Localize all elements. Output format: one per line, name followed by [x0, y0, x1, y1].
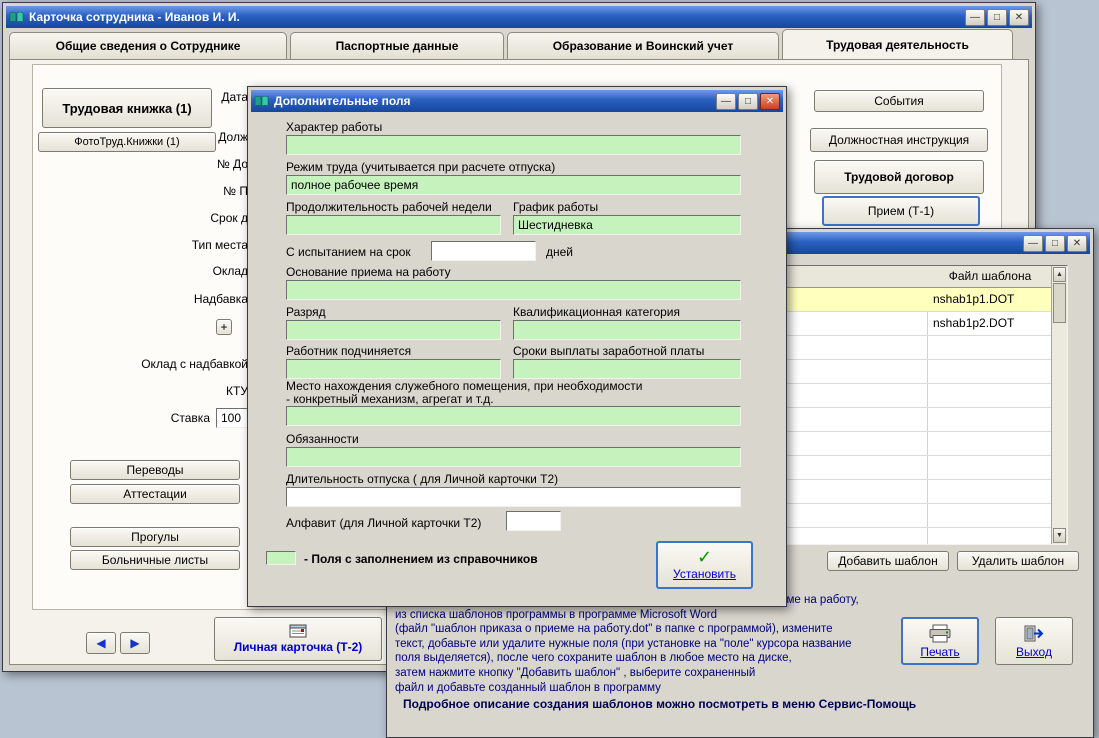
- term-label: Срок д: [70, 211, 248, 225]
- close-button[interactable]: ✕: [760, 93, 780, 110]
- week-length-label: Продолжительность рабочей недели: [286, 200, 492, 214]
- exit-button[interactable]: Выход: [995, 617, 1073, 665]
- checkmark-icon: ✓: [697, 549, 712, 565]
- ktu-label: КТУ: [70, 384, 248, 398]
- plus-button[interactable]: +: [216, 319, 232, 335]
- workplace-label: Место нахождения служебного помещения, п…: [286, 380, 643, 406]
- work-mode-label: Режим труда (учитывается при расчете отп…: [286, 160, 555, 174]
- tab-work-activity[interactable]: Трудовая деятельность: [782, 29, 1013, 59]
- labor-contract-button[interactable]: Трудовой договор: [814, 160, 984, 194]
- rate-label: Ставка: [50, 411, 210, 425]
- place-type-label: Тип места: [70, 238, 248, 252]
- dialog-titlebar[interactable]: Дополнительные поля — □ ✕: [251, 90, 783, 112]
- work-nature-field[interactable]: [286, 135, 741, 155]
- schedule-label: График работы: [513, 200, 598, 214]
- dialog-body: Характер работы Режим труда (учитывается…: [251, 113, 783, 603]
- personal-card-t2-button[interactable]: Личная карточка (Т-2): [214, 617, 382, 661]
- dialog-title: Дополнительные поля: [274, 94, 711, 108]
- help-note: Подробное описание создания шаблонов мож…: [403, 697, 1063, 711]
- tab-education-military[interactable]: Образование и Воинский учет: [507, 32, 779, 59]
- week-length-field[interactable]: [286, 215, 501, 235]
- delete-template-button[interactable]: Удалить шаблон: [957, 551, 1079, 571]
- close-button[interactable]: ✕: [1067, 235, 1087, 252]
- sick-leaves-button[interactable]: Больничные листы: [70, 550, 240, 570]
- printer-icon: [928, 624, 952, 643]
- employee-card-titlebar[interactable]: Карточка сотрудника - Иванов И. И. — □ ✕: [6, 6, 1032, 28]
- print-button-label: Печать: [920, 645, 959, 659]
- template-file-name: nshab1p2.DOT: [933, 316, 1014, 330]
- reports-to-label: Работник подчиняется: [286, 344, 411, 358]
- alphabet-label: Алфавит (для Личной карточки Т2): [286, 516, 481, 530]
- absences-button[interactable]: Прогулы: [70, 527, 240, 547]
- window-title: Карточка сотрудника - Иванов И. И.: [29, 10, 960, 24]
- contract-no-label: № До: [70, 157, 248, 171]
- qual-category-field[interactable]: [513, 320, 741, 340]
- probation-field[interactable]: [431, 241, 536, 261]
- minimize-button[interactable]: —: [716, 93, 736, 110]
- close-button[interactable]: ✕: [1009, 9, 1029, 26]
- next-record-button[interactable]: ▶: [120, 632, 150, 654]
- personal-card-t2-label: Личная карточка (Т-2): [234, 640, 363, 654]
- template-file-name: nshab1p1.DOT: [933, 292, 1014, 306]
- date-label: Дата: [70, 90, 248, 104]
- install-button-label: Установить: [673, 567, 736, 581]
- scroll-down-icon[interactable]: ▼: [1053, 528, 1066, 543]
- maximize-button[interactable]: □: [1045, 235, 1065, 252]
- grade-field[interactable]: [286, 320, 501, 340]
- salary-terms-field[interactable]: [513, 359, 741, 379]
- bonus-label: Надбавка: [70, 292, 248, 306]
- template-instructions: Для создания нового шаблона откройте шаб…: [395, 593, 901, 695]
- events-button[interactable]: События: [814, 90, 984, 112]
- workplace-field[interactable]: [286, 406, 741, 426]
- minimize-button[interactable]: —: [1023, 235, 1043, 252]
- add-template-button[interactable]: Добавить шаблон: [827, 551, 949, 571]
- exit-button-label: Выход: [1016, 645, 1052, 659]
- tab-general-info[interactable]: Общие сведения о Сотруднике: [9, 32, 287, 59]
- probation-label: С испытанием на срок: [286, 245, 411, 259]
- alphabet-field[interactable]: [506, 511, 561, 531]
- print-button[interactable]: Печать: [901, 617, 979, 665]
- install-button[interactable]: ✓ Установить: [656, 541, 753, 589]
- vacation-label: Длительность отпуска ( для Личной карточ…: [286, 472, 558, 486]
- employee-card-tabs: Общие сведения о Сотруднике Паспортные д…: [9, 32, 1013, 59]
- grade-label: Разряд: [286, 305, 326, 319]
- minimize-button[interactable]: —: [965, 9, 985, 26]
- duties-field[interactable]: [286, 447, 741, 467]
- hire-basis-field[interactable]: [286, 280, 741, 300]
- desktop: { "colors": { "field_green": "#c6f2bd", …: [0, 0, 1099, 738]
- salary-terms-label: Сроки выплаты заработной платы: [513, 344, 704, 358]
- exit-door-icon: [1023, 624, 1045, 643]
- green-field-legend-swatch: [266, 551, 296, 565]
- personal-card-icon: [289, 624, 307, 638]
- prev-record-button[interactable]: ◀: [86, 632, 116, 654]
- salary-label: Оклад: [70, 264, 248, 278]
- scrollbar-thumb[interactable]: [1053, 283, 1066, 323]
- work-mode-field[interactable]: полное рабочее время: [286, 175, 741, 195]
- transfers-button[interactable]: Переводы: [70, 460, 240, 480]
- book-app-icon: [9, 11, 24, 24]
- position-label: Долж: [70, 130, 248, 144]
- book-app-icon: [254, 95, 269, 108]
- maximize-button[interactable]: □: [738, 93, 758, 110]
- hire-t1-button[interactable]: Прием (Т-1): [822, 196, 980, 226]
- attestations-button[interactable]: Аттестации: [70, 484, 240, 504]
- job-description-button[interactable]: Должностная инструкция: [810, 128, 988, 152]
- hire-basis-label: Основание приема на работу: [286, 265, 451, 279]
- file-column-header[interactable]: Файл шаблона: [927, 269, 1053, 283]
- vacation-field[interactable]: [286, 487, 741, 507]
- work-nature-label: Характер работы: [286, 120, 382, 134]
- reports-to-field[interactable]: [286, 359, 501, 379]
- maximize-button[interactable]: □: [987, 9, 1007, 26]
- qual-category-label: Квалификационная категория: [513, 305, 680, 319]
- table-scrollbar[interactable]: ▲ ▼: [1051, 266, 1067, 544]
- additional-fields-dialog: Дополнительные поля — □ ✕ Характер работ…: [247, 86, 787, 607]
- salary-with-bonus-label: Оклад с надбавкой: [70, 357, 248, 371]
- duties-label: Обязанности: [286, 432, 359, 446]
- tab-passport-data[interactable]: Паспортные данные: [290, 32, 504, 59]
- schedule-field[interactable]: Шестидневка: [513, 215, 741, 235]
- green-field-legend-text: - Поля с заполнением из справочников: [304, 552, 538, 566]
- probation-days-label: дней: [546, 245, 573, 259]
- scroll-up-icon[interactable]: ▲: [1053, 267, 1066, 282]
- order-no-label: № П: [70, 184, 248, 198]
